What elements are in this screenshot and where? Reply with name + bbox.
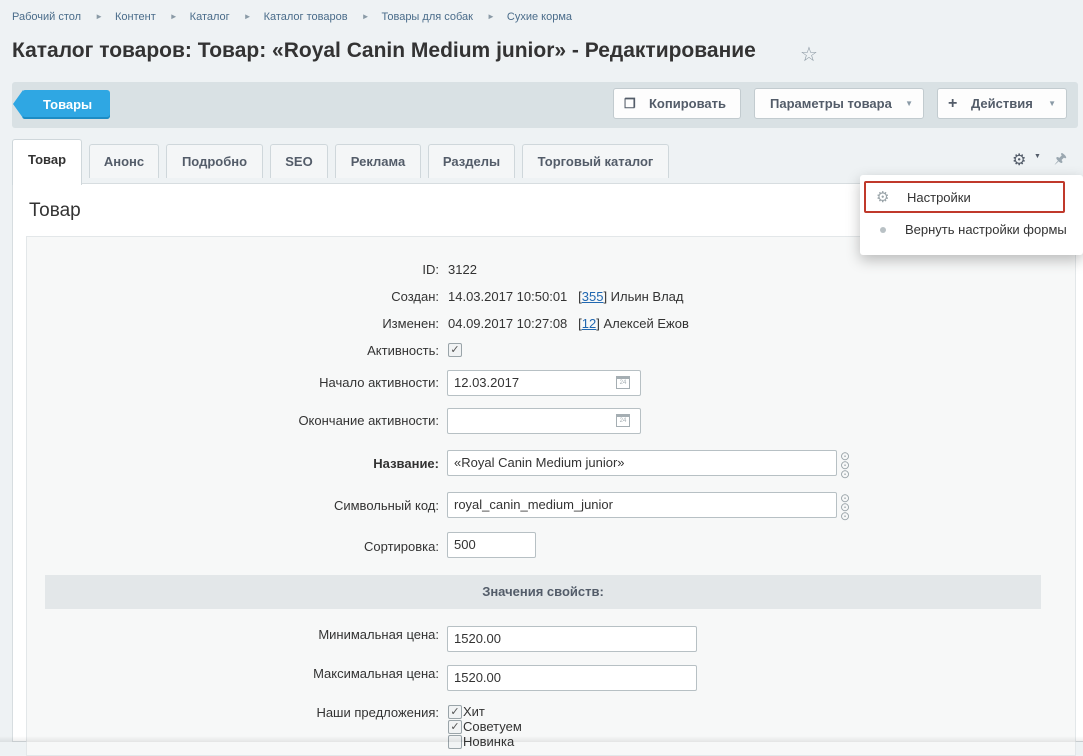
- tab-seo[interactable]: SEO: [270, 144, 328, 178]
- product-params-label: Параметры товара: [770, 96, 892, 111]
- active-checkbox[interactable]: ✓: [448, 343, 462, 357]
- tab-announce[interactable]: Анонс: [89, 144, 159, 178]
- sort-input[interactable]: 500: [447, 532, 536, 558]
- gear-icon[interactable]: ⚙: [1012, 150, 1026, 170]
- active-to-label: Окончание активности:: [298, 413, 439, 428]
- tab-details[interactable]: Подробно: [166, 144, 263, 178]
- max-price-input[interactable]: 1520.00: [447, 665, 697, 691]
- active-to-input[interactable]: 24: [447, 408, 641, 434]
- breadcrumb-item[interactable]: Каталог: [190, 11, 230, 23]
- code-label: Символьный код:: [333, 498, 439, 513]
- breadcrumb-item[interactable]: Каталог товаров: [264, 11, 348, 23]
- properties-header: Значения свойств:: [45, 575, 1041, 609]
- actions-label: Действия: [971, 96, 1033, 111]
- product-params-button[interactable]: Параметры товара ▼: [754, 88, 924, 119]
- tab-trade-catalog[interactable]: Торговый каталог: [522, 144, 669, 178]
- actions-button[interactable]: + Действия ▼: [937, 88, 1067, 119]
- back-to-products-button[interactable]: Товары: [13, 90, 110, 119]
- breadcrumb-item[interactable]: Контент: [115, 11, 156, 23]
- max-price-label: Максимальная цена:: [313, 666, 439, 681]
- id-label: ID:: [422, 262, 439, 277]
- breadcrumb-item[interactable]: Товары для собак: [382, 11, 473, 23]
- min-price-label: Минимальная цена:: [318, 627, 439, 642]
- created-user-name: Ильин Влад: [610, 289, 684, 304]
- copy-icon: ❐: [624, 96, 636, 111]
- offer-label: Советуем: [463, 719, 522, 734]
- offer-checkbox[interactable]: ✓: [448, 720, 462, 734]
- breadcrumb-item[interactable]: Рабочий стол: [12, 11, 81, 23]
- tab-product[interactable]: Товар: [12, 139, 82, 185]
- pin-icon[interactable]: 🖈: [1054, 148, 1067, 172]
- star-icon[interactable]: ☆: [800, 42, 818, 67]
- sort-label: Сортировка:: [364, 539, 439, 554]
- created-info: 14.03.2017 10:50:01 [355] Ильин Влад: [448, 289, 684, 304]
- breadcrumb-separator-icon: ►: [95, 12, 103, 21]
- tab-advertising[interactable]: Реклама: [335, 144, 421, 178]
- transliterate-icon[interactable]: ⊙ ⊙ ⊙: [840, 492, 850, 522]
- breadcrumb-separator-icon: ►: [361, 12, 370, 21]
- created-label: Создан:: [391, 289, 439, 304]
- name-label: Название:: [373, 456, 439, 471]
- min-price-input[interactable]: 1520.00: [447, 626, 697, 652]
- card-title: Товар: [29, 200, 81, 221]
- tab-sections[interactable]: Разделы: [428, 144, 515, 178]
- breadcrumb-separator-icon: ►: [243, 12, 252, 21]
- name-input[interactable]: «Royal Canin Medium junior»: [447, 450, 837, 476]
- settings-menu-label: Настройки: [907, 190, 971, 205]
- gear-icon: ⚙: [876, 189, 890, 206]
- breadcrumb: Рабочий стол ► Контент ► Каталог ► Каталог тов…: [12, 11, 572, 23]
- toolbar: Товары ❐ Копировать Параметры товара ▼ +…: [12, 82, 1078, 128]
- created-user-link[interactable]: 355: [582, 289, 604, 304]
- active-from-input[interactable]: 12.03.2017 24: [447, 370, 641, 396]
- modified-user-link[interactable]: 12: [582, 316, 596, 331]
- modified-info: 04.09.2017 10:27:08 [12] Алексей Ежов: [448, 316, 689, 331]
- modified-date: 04.09.2017 10:27:08: [448, 316, 568, 331]
- active-from-value: 12.03.2017: [454, 375, 520, 390]
- modified-label: Изменен:: [382, 316, 439, 331]
- id-value: 3122: [448, 262, 477, 277]
- calendar-icon[interactable]: 24: [616, 376, 630, 389]
- chevron-down-icon[interactable]: ▼: [1034, 153, 1041, 160]
- copy-button[interactable]: ❐ Копировать: [613, 88, 741, 119]
- breadcrumb-separator-icon: ►: [486, 12, 495, 21]
- chevron-down-icon: ▼: [905, 99, 913, 108]
- created-date: 14.03.2017 10:50:01: [448, 289, 568, 304]
- offer-label: Хит: [463, 704, 485, 719]
- plus-icon: +: [948, 95, 958, 112]
- settings-dropdown: ⚙ Настройки Вернуть настройки формы: [860, 175, 1083, 255]
- bottom-fade: [0, 736, 1083, 742]
- offer-checkbox[interactable]: ✓: [448, 705, 462, 719]
- reset-form-settings-label: Вернуть настройки формы: [905, 222, 1067, 237]
- calendar-icon[interactable]: 24: [616, 414, 630, 427]
- page-title: Каталог товаров: Товар: «Royal Canin Med…: [12, 39, 756, 62]
- chevron-down-icon: ▼: [1048, 99, 1056, 108]
- bullet-icon: [880, 227, 886, 233]
- active-label: Активность:: [367, 343, 439, 358]
- reset-form-settings-item[interactable]: Вернуть настройки формы: [864, 215, 1079, 247]
- breadcrumb-separator-icon: ►: [169, 12, 178, 21]
- offers-label: Наши предложения:: [316, 705, 439, 720]
- active-from-label: Начало активности:: [319, 375, 439, 390]
- breadcrumb-item[interactable]: Сухие корма: [507, 11, 572, 23]
- modified-user-name: Алексей Ежов: [603, 316, 689, 331]
- transliterate-icon[interactable]: ⊙ ⊙ ⊙: [840, 450, 850, 480]
- copy-button-label: Копировать: [649, 96, 727, 111]
- settings-menu-item[interactable]: ⚙ Настройки: [864, 181, 1065, 213]
- code-input[interactable]: royal_canin_medium_junior: [447, 492, 837, 518]
